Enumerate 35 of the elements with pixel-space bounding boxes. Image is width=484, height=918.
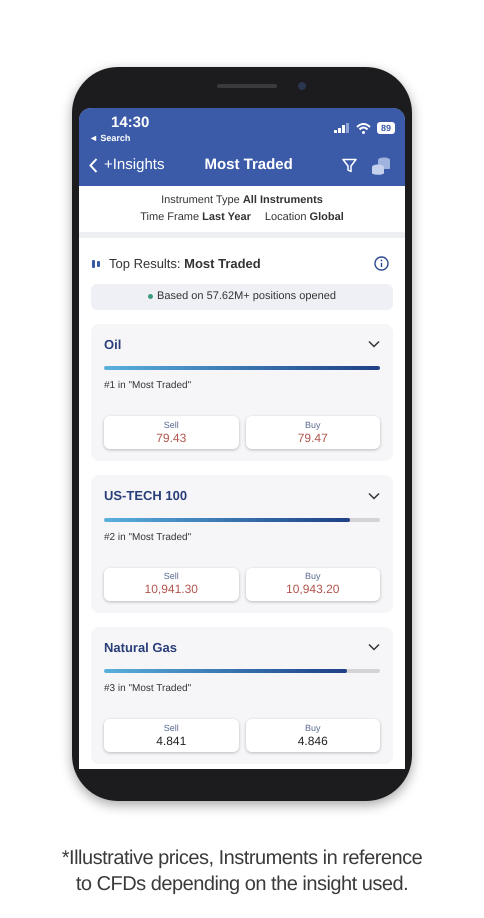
buy-button[interactable]: Buy 4.846 <box>246 719 380 752</box>
instrument-name: Natural Gas <box>104 638 177 656</box>
location-filter[interactable]: Location Global <box>264 210 344 224</box>
wifi-icon <box>356 122 371 134</box>
status-dot-icon <box>148 294 154 299</box>
rank-label: #2 in "Most Traded" <box>104 530 192 544</box>
sell-button[interactable]: Sell 79.43 <box>104 416 238 449</box>
camera-icon <box>298 82 306 90</box>
chevron-down-icon[interactable] <box>368 643 380 652</box>
info-icon[interactable] <box>374 256 389 272</box>
rank-label: #1 in "Most Traded" <box>104 379 192 393</box>
instrument-name: US-TECH 100 <box>104 487 188 505</box>
caption: *Illustrative prices, Instruments in reference to CFDs depending on the insight used. <box>62 846 422 897</box>
signal-icon <box>334 123 350 133</box>
back-link[interactable]: ◄ Search <box>89 132 150 144</box>
results-heading: Top Results: Most Traded <box>109 255 261 273</box>
chevron-down-icon[interactable] <box>368 492 380 500</box>
time-frame-filter[interactable]: Time Frame Last Year <box>140 210 251 224</box>
buy-button[interactable]: Buy 10,943.20 <box>246 568 380 600</box>
coins-icon[interactable] <box>371 155 391 176</box>
buy-button[interactable]: Buy 79.47 <box>246 416 380 449</box>
chevron-down-icon[interactable] <box>368 340 380 348</box>
filter-icon[interactable] <box>342 158 357 173</box>
status-time: 14:30 <box>111 114 150 132</box>
chevron-left-icon <box>89 158 98 173</box>
sell-button[interactable]: Sell 4.841 <box>104 719 238 752</box>
battery-icon: 89 <box>376 122 395 134</box>
back-button[interactable]: +Insights <box>89 154 164 176</box>
instrument-name: Oil <box>104 336 122 354</box>
sell-button[interactable]: Sell 10,941.30 <box>104 568 238 600</box>
instrument-type-filter[interactable]: Instrument Type All Instruments <box>161 193 323 207</box>
screen-title: Most Traded <box>204 155 293 175</box>
rank-label: #3 in "Most Traded" <box>104 682 192 696</box>
candles-icon <box>91 258 101 270</box>
note-text: Based on 57.62M+ positions opened <box>157 289 336 304</box>
